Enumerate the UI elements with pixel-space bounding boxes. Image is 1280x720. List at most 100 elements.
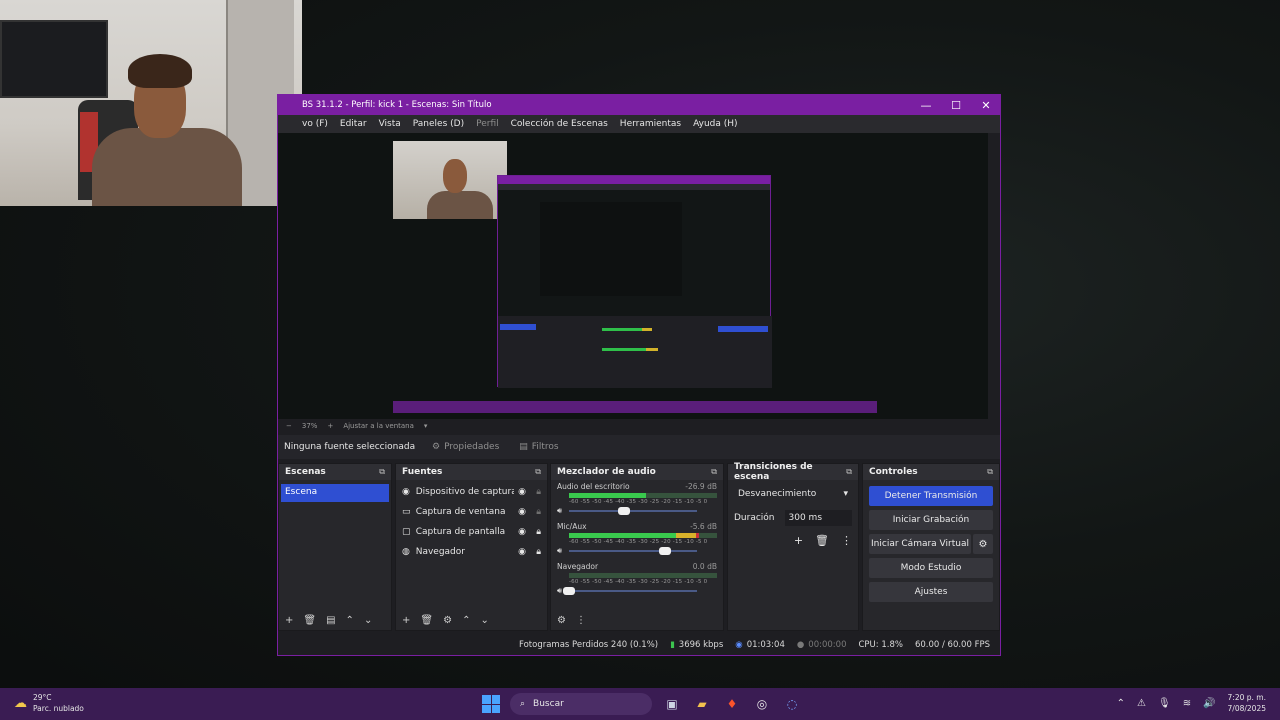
filters-button[interactable]: ▤ Filtros bbox=[513, 440, 564, 454]
filter-icon[interactable]: ▤ bbox=[326, 615, 335, 626]
move-up-icon[interactable]: ⌃ bbox=[346, 615, 354, 626]
move-up-icon[interactable]: ⌃ bbox=[462, 615, 470, 626]
source-row[interactable]: ▢ Captura de pantalla ◉ 🔒︎ bbox=[396, 522, 547, 542]
menu-docks[interactable]: Paneles (D) bbox=[407, 119, 470, 129]
visibility-eye-icon[interactable]: ◉ bbox=[514, 527, 531, 537]
close-button[interactable]: ✕ bbox=[971, 95, 1000, 115]
volume-slider-knob[interactable] bbox=[659, 547, 671, 555]
volume-slider[interactable] bbox=[563, 587, 697, 595]
minimize-button[interactable]: — bbox=[911, 95, 941, 115]
volume-slider[interactable] bbox=[569, 547, 697, 555]
mixer-channel-name: Mic/Aux bbox=[557, 522, 587, 531]
virtual-cam-row: Iniciar Cámara Virtual ⚙ bbox=[869, 534, 993, 554]
advanced-audio-icon[interactable]: ⚙ bbox=[557, 615, 566, 626]
add-icon[interactable]: + bbox=[285, 615, 293, 626]
menu-dots-icon[interactable]: ⋮ bbox=[841, 534, 852, 547]
source-row[interactable]: ◍ Navegador ◉ 🔒︎ bbox=[396, 542, 547, 562]
start-icon[interactable] bbox=[482, 695, 500, 713]
mixer-channels: Audio del escritorio -26.9 dB -60 -55 -50 … bbox=[551, 480, 723, 596]
dock-float-icon[interactable]: ⧉ bbox=[711, 467, 717, 477]
stop-stream-button[interactable]: Detener Transmisión bbox=[869, 486, 993, 506]
maximize-button[interactable]: ☐ bbox=[941, 95, 971, 115]
lock-icon[interactable]: 🔒︎ bbox=[530, 487, 547, 497]
menu-file[interactable]: vo (F) bbox=[278, 119, 334, 129]
zoom-in-button[interactable]: + bbox=[327, 422, 333, 430]
menu-tools[interactable]: Herramientas bbox=[614, 119, 687, 129]
source-row[interactable]: ◉ Dispositivo de captura ◉ 🔒︎ bbox=[396, 482, 547, 502]
search-icon: ⌕ bbox=[520, 699, 526, 709]
move-down-icon[interactable]: ⌄ bbox=[480, 615, 488, 626]
file-explorer-icon[interactable]: ▰ bbox=[692, 694, 712, 714]
preview-webcam-body bbox=[427, 191, 493, 219]
weather-text: 29°C Parc. nublado bbox=[33, 692, 84, 714]
gear-icon[interactable]: ⚙ bbox=[443, 615, 452, 626]
scene-item[interactable]: Escena bbox=[281, 484, 389, 502]
brave-browser-icon[interactable]: ♦ bbox=[722, 694, 742, 714]
move-down-icon[interactable]: ⌄ bbox=[364, 615, 372, 626]
settings-button[interactable]: Ajustes bbox=[869, 582, 993, 602]
microphone-icon[interactable]: 🎙 bbox=[1158, 698, 1171, 709]
gear-icon: ⚙ bbox=[432, 442, 441, 452]
wifi-icon[interactable]: ≋ bbox=[1183, 698, 1191, 709]
duration-row: Duración 300 ms bbox=[734, 510, 852, 526]
visibility-eye-icon[interactable]: ◉ bbox=[514, 547, 531, 557]
weather-widget[interactable]: ☁ 29°C Parc. nublado bbox=[14, 692, 84, 714]
speaker-icon[interactable]: 🔊︎ bbox=[557, 546, 569, 556]
menu-view[interactable]: Vista bbox=[373, 119, 407, 129]
dock-float-icon[interactable]: ⧉ bbox=[379, 467, 385, 477]
dock-float-icon[interactable]: ⧉ bbox=[987, 467, 993, 477]
speaker-icon[interactable]: 🔊︎ bbox=[557, 506, 569, 516]
visibility-eye-icon[interactable]: ◉ bbox=[514, 487, 531, 497]
weather-icon: ☁ bbox=[14, 695, 27, 711]
source-label: Captura de pantalla bbox=[415, 527, 506, 537]
bitrate-value: 3696 kbps bbox=[678, 640, 724, 650]
zoom-out-button[interactable]: − bbox=[286, 422, 292, 430]
mixer-channel-header: Audio del escritorio -26.9 dB bbox=[557, 482, 717, 491]
transition-select[interactable]: Desvanecimiento ▾ bbox=[734, 486, 852, 502]
properties-button[interactable]: ⚙ Propiedades bbox=[426, 440, 505, 454]
trash-icon[interactable]: 🗑 bbox=[420, 615, 433, 626]
trash-icon[interactable]: 🗑 bbox=[815, 534, 829, 547]
dock-footer: ⚙ ⋮ bbox=[551, 610, 723, 630]
lock-icon[interactable]: 🔒︎ bbox=[530, 507, 547, 517]
clock[interactable]: 7:20 p. m. 7/08/2025 bbox=[1228, 692, 1266, 714]
volume-slider-knob[interactable] bbox=[563, 587, 575, 595]
visibility-eye-icon[interactable]: ◉ bbox=[514, 507, 531, 517]
fit-to-window[interactable]: Ajustar a la ventana bbox=[343, 422, 414, 430]
source-label: Navegador bbox=[415, 547, 465, 557]
start-virtual-camera-button[interactable]: Iniciar Cámara Virtual bbox=[869, 534, 971, 554]
menu-scene-collection[interactable]: Colección de Escenas bbox=[505, 119, 614, 129]
search-app-icon[interactable]: ◌ bbox=[782, 694, 802, 714]
add-icon[interactable]: + bbox=[794, 534, 803, 547]
obs-app-icon[interactable]: ◎ bbox=[752, 694, 772, 714]
chevron-down-icon[interactable]: ▾ bbox=[424, 422, 428, 430]
menu-dots-icon[interactable]: ⋮ bbox=[576, 615, 586, 626]
source-toolbar: Ninguna fuente seleccionada ⚙ Propiedade… bbox=[278, 435, 1000, 459]
lock-icon[interactable]: 🔒︎ bbox=[530, 547, 547, 557]
menu-help[interactable]: Ayuda (H) bbox=[687, 119, 743, 129]
preview-canvas[interactable] bbox=[278, 133, 988, 419]
dock-float-icon[interactable]: ⧉ bbox=[535, 467, 541, 477]
volume-icon[interactable]: 🔊 bbox=[1203, 698, 1215, 709]
duration-input[interactable]: 300 ms bbox=[784, 510, 852, 526]
gear-icon[interactable]: ⚙ bbox=[973, 534, 993, 554]
title-bar[interactable]: BS 31.1.2 - Perfil: kick 1 - Escenas: Si… bbox=[278, 95, 1000, 115]
volume-slider-knob[interactable] bbox=[618, 507, 631, 515]
network-alert-icon[interactable]: ⚠ bbox=[1137, 698, 1146, 709]
menu-edit[interactable]: Editar bbox=[334, 119, 373, 129]
add-icon[interactable]: + bbox=[402, 615, 410, 626]
dock-float-icon[interactable]: ⧉ bbox=[846, 467, 852, 477]
search-box[interactable]: ⌕ Buscar bbox=[510, 693, 652, 715]
lock-icon[interactable]: 🔒︎ bbox=[530, 527, 547, 537]
tray-overflow-icon[interactable]: ⌃ bbox=[1117, 698, 1125, 709]
studio-mode-button[interactable]: Modo Estudio bbox=[869, 558, 993, 578]
globe-icon: ◍ bbox=[402, 547, 410, 557]
start-recording-button[interactable]: Iniciar Grabación bbox=[869, 510, 993, 530]
volume-slider[interactable] bbox=[569, 507, 697, 515]
source-row[interactable]: ▭ Captura de ventana ◉ 🔒︎ bbox=[396, 502, 547, 522]
meter-scale: -60 -55 -50 -45 -40 -35 -30 -25 -20 -15 … bbox=[569, 539, 708, 545]
trash-icon[interactable]: 🗑 bbox=[303, 615, 316, 626]
task-view-icon[interactable]: ▣ bbox=[662, 694, 682, 714]
dock-header: Controles ⧉ bbox=[863, 464, 999, 480]
menu-profile[interactable]: Perfil bbox=[470, 119, 505, 129]
